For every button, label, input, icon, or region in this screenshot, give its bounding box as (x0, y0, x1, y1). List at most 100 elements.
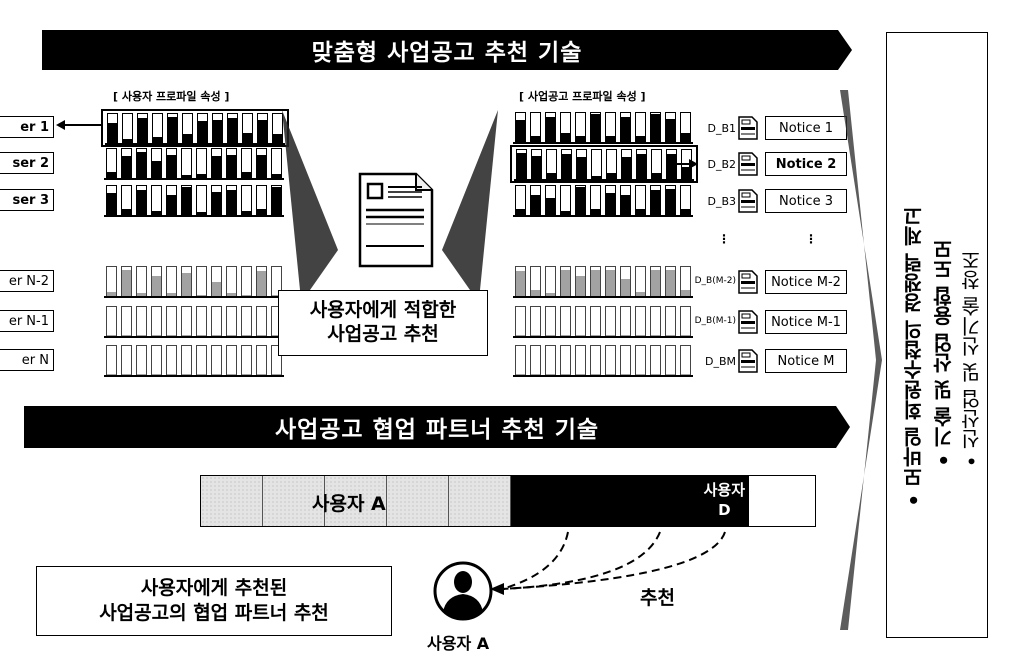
attribute-bar (635, 306, 646, 336)
attribute-bar (515, 185, 526, 215)
attribute-bar-fill (681, 290, 690, 296)
attribute-bar (620, 112, 631, 142)
attribute-bar-fill (621, 278, 630, 296)
attribute-bars (513, 345, 693, 377)
user-box: er 1 (0, 116, 54, 138)
attribute-bar (151, 148, 162, 178)
attribute-bar-fill (122, 334, 131, 336)
attribute-bar-fill (212, 191, 221, 215)
user-a-strip-label: 사용자 A (312, 493, 386, 515)
attribute-bar-fill (546, 373, 555, 375)
attribute-bar-fill (153, 137, 162, 143)
attribute-bar-fill (607, 173, 616, 179)
right-funnel-arrow (840, 90, 882, 630)
attribute-bar (197, 113, 208, 143)
attribute-bar-fill (546, 197, 555, 215)
attribute-bar (635, 345, 646, 375)
attribute-bar-fill (167, 373, 176, 375)
attribute-bar (560, 266, 571, 296)
suitable-notice-recommend-box: 사용자에게 적합한 사업공고 추천 (278, 290, 488, 356)
attribute-bar (181, 345, 192, 375)
user-box: er N-1 (0, 310, 54, 332)
attribute-bar (635, 266, 646, 296)
attribute-bar (211, 185, 222, 215)
notice-box: Notice 2 (765, 152, 847, 176)
attribute-bar (545, 185, 556, 215)
attribute-bar-fill (681, 373, 690, 375)
attribute-bar (181, 185, 192, 215)
highlighted-user-bars (101, 109, 289, 147)
attribute-bar (181, 306, 192, 336)
attribute-bar-fill (257, 154, 266, 178)
notice2-arrow (670, 159, 698, 169)
notice-profile-caption: [ 사업공고 프로파일 속성 ] (519, 90, 646, 103)
attribute-bar (590, 345, 601, 375)
attribute-bar-fill (621, 334, 630, 336)
notice-box: Notice M-1 (765, 310, 847, 334)
attribute-bar (106, 345, 117, 375)
strip-white-segment (749, 476, 815, 526)
attribute-bar-fill (636, 334, 645, 336)
doc-id-label: D_BM (704, 355, 736, 368)
document-icon (358, 172, 434, 268)
user-bars (104, 266, 284, 298)
attribute-bar-fill (531, 194, 540, 215)
attribute-bar (545, 345, 556, 375)
attribute-bar-fill (242, 210, 251, 215)
attribute-bar (166, 266, 177, 296)
user-box: ser 2 (0, 152, 54, 174)
doc-ellipsis: ⋮ (718, 232, 730, 246)
attribute-bar-fill (257, 209, 266, 215)
attribute-bar-fill (122, 209, 131, 215)
notice-bars (513, 306, 693, 338)
attribute-bar-fill (516, 209, 525, 215)
attribute-bar-fill (107, 291, 116, 296)
attribute-bar (107, 113, 118, 143)
attribute-bar-fill (576, 373, 585, 375)
attribute-bar (650, 306, 661, 336)
attribute-bar (620, 345, 631, 375)
attribute-bar (650, 112, 661, 142)
attribute-bar (256, 306, 267, 336)
user-bars (104, 306, 284, 338)
attribute-bar-fill (606, 269, 615, 296)
attribute-bar (650, 266, 661, 296)
attribute-bar-fill (576, 275, 585, 296)
attribute-bar-fill (138, 118, 147, 143)
attribute-bar (241, 148, 252, 178)
attribute-bar-fill (167, 334, 176, 336)
doc-id-label: D_B(M-2) (694, 276, 736, 286)
user-avatar-icon (433, 561, 493, 621)
attribute-bar (136, 345, 147, 375)
avatar-label: 사용자 A (427, 634, 490, 653)
attribute-bar-fill (182, 373, 191, 375)
attribute-bar-fill (651, 334, 660, 336)
attribute-bar (226, 148, 237, 178)
attribute-bar (590, 266, 601, 296)
attribute-bar (106, 148, 117, 178)
attribute-bar-fill (666, 334, 675, 336)
attribute-bar (621, 149, 632, 179)
attribute-bar-fill (257, 271, 266, 296)
attribute-bar-fill (122, 156, 131, 178)
attribute-bar (515, 266, 526, 296)
user-d-label: 사용자 D (703, 481, 745, 519)
top-banner: 맞춤형 사업공고 추천 기술 (42, 30, 852, 70)
attribute-bar (211, 148, 222, 178)
attribute-bar-fill (122, 373, 131, 375)
doc-id-label: D_B3 (707, 195, 736, 208)
notice-document-icon (738, 152, 758, 176)
benefit-item-1: • 모바일 회원수첩의 경쟁력 제고 (902, 206, 926, 507)
attribute-bar (560, 306, 571, 336)
attribute-bar (167, 113, 178, 143)
attribute-bar (651, 149, 662, 179)
attribute-bar-fill (137, 334, 146, 336)
attribute-bar-fill (152, 275, 161, 296)
attribute-bar (211, 306, 222, 336)
attribute-bar-fill (183, 134, 192, 143)
attribute-bar (196, 266, 207, 296)
attribute-bars (104, 185, 284, 217)
attribute-bars (105, 113, 285, 145)
attribute-bar (516, 149, 527, 179)
attribute-bar-fill (258, 119, 267, 143)
